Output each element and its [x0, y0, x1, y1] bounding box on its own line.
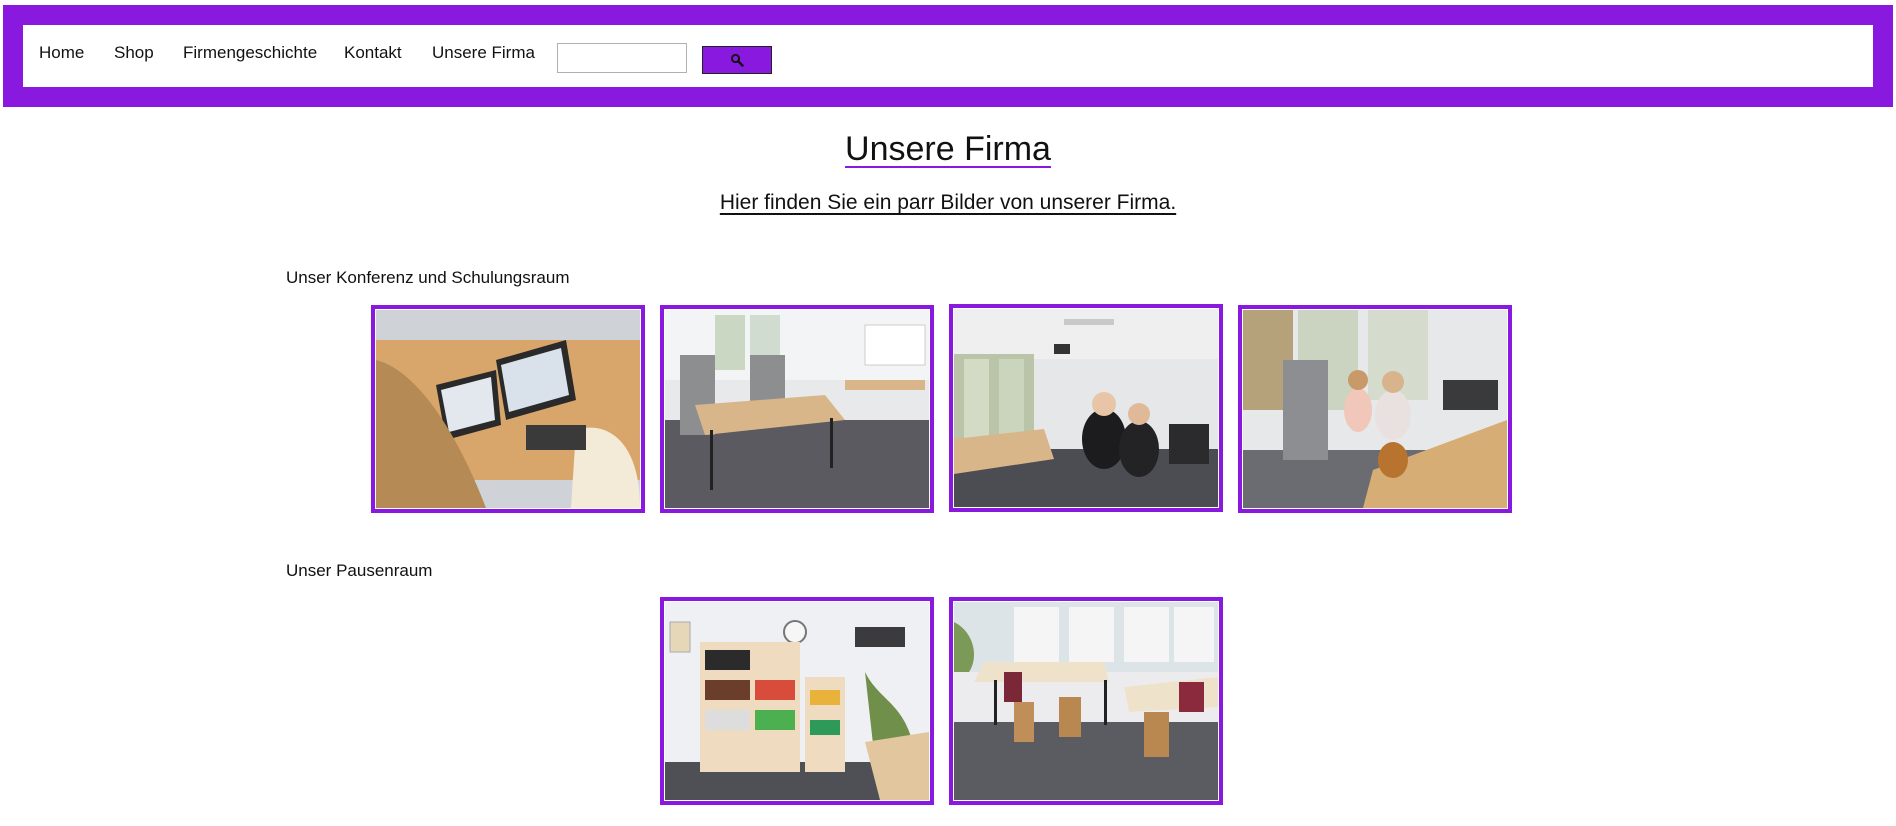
- photo-konferenzraum-3: [949, 304, 1223, 512]
- navigation-bar: Home Shop Firmengeschichte Kontakt Unser…: [3, 5, 1893, 107]
- nav-link-home[interactable]: Home: [39, 43, 84, 63]
- search-icon: [730, 53, 744, 67]
- photo-pausenraum-2: [949, 597, 1223, 805]
- photo-konferenzraum-4: [1238, 305, 1512, 513]
- navigation-inner: Home Shop Firmengeschichte Kontakt Unser…: [23, 25, 1873, 87]
- nav-link-unsere-firma[interactable]: Unsere Firma: [432, 43, 535, 63]
- section-label-konferenzraum: Unser Konferenz und Schulungsraum: [286, 268, 570, 287]
- photo-pausenraum-1: [660, 597, 934, 805]
- page-title: Unsere Firma: [845, 130, 1051, 168]
- photo-konferenzraum-1: [371, 305, 645, 513]
- nav-link-kontakt[interactable]: Kontakt: [344, 43, 402, 63]
- photo-konferenzraum-2: [660, 305, 934, 513]
- search-button[interactable]: [702, 46, 772, 74]
- section-label-pausenraum: Unser Pausenraum: [286, 561, 433, 580]
- search-input[interactable]: [557, 43, 687, 73]
- nav-link-shop[interactable]: Shop: [114, 43, 154, 63]
- nav-link-firmengeschichte[interactable]: Firmengeschichte: [183, 43, 317, 63]
- page-subtitle: Hier finden Sie ein parr Bilder von unse…: [719, 191, 1177, 214]
